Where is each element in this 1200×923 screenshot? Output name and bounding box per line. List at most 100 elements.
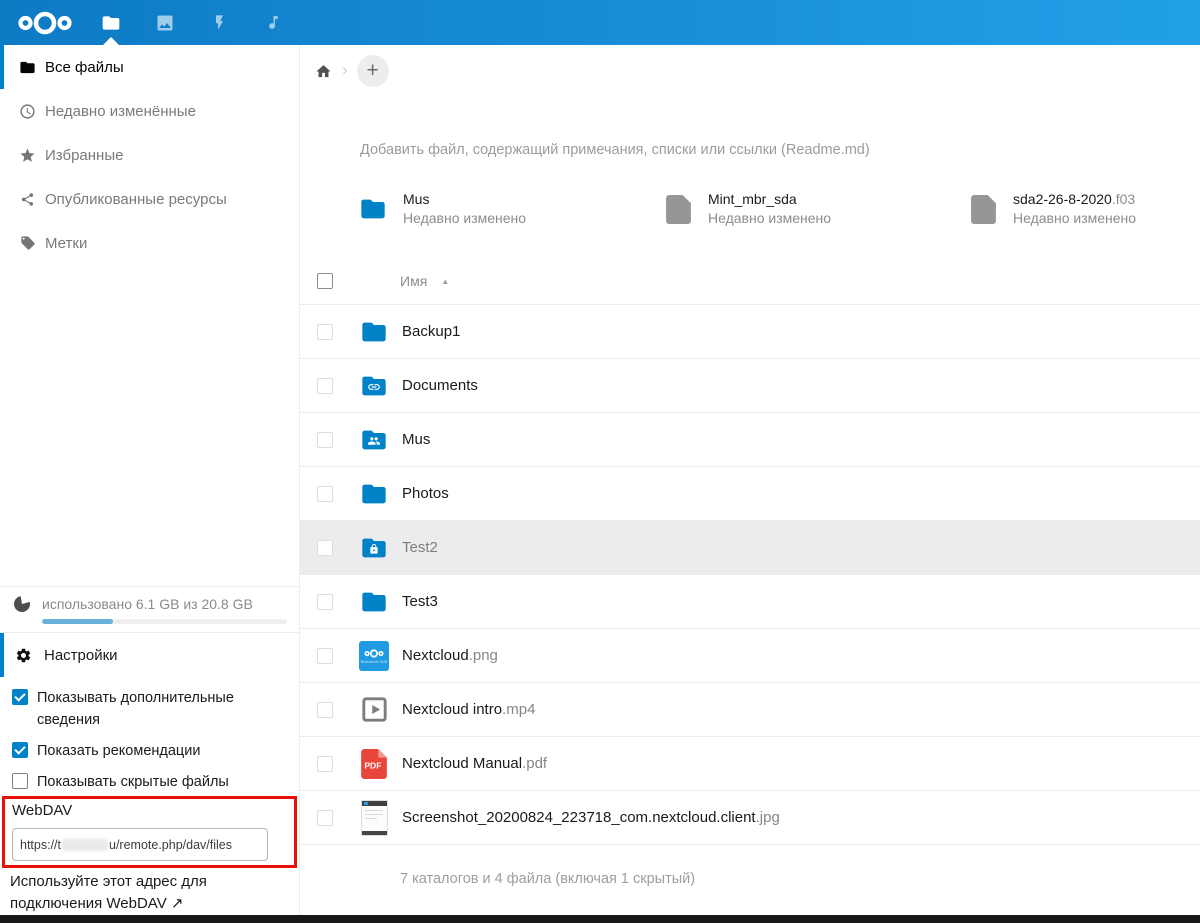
file-name[interactable]: Test2 — [402, 539, 438, 556]
app-activity[interactable] — [192, 0, 246, 45]
lock-icon — [370, 544, 378, 555]
row-checkbox[interactable] — [317, 593, 333, 610]
file-name[interactable]: Mus — [402, 431, 430, 448]
webdav-url-input[interactable]: https://t u/remote.php/dav/files — [12, 828, 268, 861]
sort-ascending-icon[interactable]: ▲ — [441, 277, 449, 286]
music-app-icon — [268, 16, 278, 29]
files-app-icon — [102, 15, 120, 30]
folder-icon — [361, 199, 385, 219]
add-button[interactable]: + — [356, 55, 389, 87]
readme-suggestion[interactable]: Добавить файл, содержащий примечания, сп… — [360, 142, 870, 158]
webdav-hint-link[interactable]: Используйте этот адрес для подключения W… — [10, 871, 215, 915]
folder-icon — [362, 592, 386, 611]
file-name[interactable]: Test3 — [402, 593, 438, 610]
row-checkbox[interactable] — [317, 485, 333, 502]
tag-icon — [20, 236, 35, 250]
checkbox-show-recommendations[interactable] — [12, 742, 28, 758]
recommendation-name: Mus — [403, 191, 430, 207]
link-icon — [368, 384, 380, 391]
row-checkbox[interactable] — [317, 701, 333, 718]
sidebar-item-recent[interactable]: Недавно изменённые — [0, 89, 299, 133]
app-music[interactable] — [246, 0, 300, 45]
file-row[interactable]: Test2 — [300, 521, 1200, 575]
storage-label: использовано 6.1 GB из 20.8 GB — [42, 596, 253, 612]
file-row[interactable]: Backup1 — [300, 305, 1200, 359]
file-name[interactable]: Nextcloud.png — [402, 647, 498, 664]
app-files[interactable] — [84, 0, 138, 45]
recommendations: Mus Недавно изменено Mint_mbr_sda Недавн… — [358, 190, 1200, 228]
option-show-recommendations[interactable]: Показать рекомендации — [12, 740, 285, 762]
sidebar-item-all-files[interactable]: Все файлы — [0, 45, 299, 89]
file-row[interactable]: Nextcloud HUB Nextcloud.png — [300, 629, 1200, 683]
folder-encrypted-icon — [360, 534, 388, 562]
row-checkbox[interactable] — [317, 647, 333, 664]
settings-button[interactable]: Настройки — [0, 632, 299, 677]
option-show-details[interactable]: Показывать дополнительные сведения — [12, 687, 285, 731]
sidebar-item-favorites[interactable]: Избранные — [0, 133, 299, 177]
sidebar-item-label: Избранные — [45, 146, 124, 164]
people-icon — [368, 437, 380, 446]
recommendation-name: sda2-26-8-2020.f03 — [1013, 191, 1136, 207]
recommendation-subtitle: Недавно изменено — [708, 210, 832, 226]
app-switcher — [84, 0, 300, 45]
storage-progress-fill — [42, 619, 114, 624]
folder-icon — [362, 484, 386, 503]
file-name[interactable]: Documents — [402, 377, 478, 394]
file-count-summary: 7 каталогов и 4 файла (включая 1 скрытый… — [400, 871, 696, 887]
file-row[interactable]: PDF Nextcloud Manual.pdf — [300, 737, 1200, 791]
file-name[interactable]: Nextcloud Manual.pdf — [402, 755, 547, 772]
sidebar-item-tags[interactable]: Метки — [0, 221, 299, 265]
home-icon[interactable] — [315, 63, 332, 80]
sidebar-item-label: Все файлы — [45, 58, 124, 76]
file-name[interactable]: Backup1 — [402, 323, 460, 340]
file-name[interactable]: Nextcloud intro.mp4 — [402, 701, 535, 718]
share-icon — [21, 192, 34, 206]
censored-domain — [62, 838, 108, 851]
pdf-icon: PDF — [361, 748, 387, 779]
table-header: Имя ▲ — [300, 258, 1200, 305]
recommendation-card[interactable]: Mus Недавно изменено — [358, 190, 663, 228]
webdav-url-prefix: https://t — [20, 837, 61, 852]
folder-shared-link-icon — [360, 372, 388, 400]
file-row[interactable]: Nextcloud intro.mp4 — [300, 683, 1200, 737]
recommendation-card[interactable]: Mint_mbr_sda Недавно изменено — [663, 190, 968, 228]
checkbox-show-details[interactable] — [12, 689, 28, 705]
file-row[interactable]: Screenshot_20200824_223718_com.nextcloud… — [300, 791, 1200, 845]
file-name[interactable]: Screenshot_20200824_223718_com.nextcloud… — [402, 809, 780, 826]
row-checkbox[interactable] — [317, 809, 333, 826]
app-photos[interactable] — [138, 0, 192, 45]
nextcloud-image-thumbnail: Nextcloud HUB — [359, 640, 389, 671]
sidebar: Все файлы Недавно изменённые Избранные О… — [0, 45, 300, 923]
topbar — [0, 0, 1200, 45]
storage-progressbar — [42, 619, 287, 624]
file-row[interactable]: Mus — [300, 413, 1200, 467]
row-checkbox[interactable] — [317, 323, 333, 340]
nextcloud-logo-icon[interactable] — [14, 8, 76, 38]
folder-shared-icon — [360, 426, 388, 454]
select-all-checkbox[interactable] — [317, 273, 333, 289]
sidebar-item-label: Опубликованные ресурсы — [45, 190, 227, 208]
screenshot-thumbnail — [360, 799, 388, 836]
row-checkbox[interactable] — [317, 539, 333, 556]
pie-chart-icon — [14, 596, 30, 612]
row-checkbox[interactable] — [317, 377, 333, 394]
name-column-header[interactable]: Имя — [400, 273, 427, 289]
row-checkbox[interactable] — [317, 755, 333, 772]
file-rows: Backup1 Documents Mus Photos Test2 Test3… — [300, 305, 1200, 845]
file-row[interactable]: Documents — [300, 359, 1200, 413]
file-name[interactable]: Photos — [402, 485, 449, 502]
webdav-label: WebDAV — [12, 802, 73, 819]
settings-label: Настройки — [44, 646, 118, 664]
clock-icon — [20, 103, 35, 119]
checkbox-show-hidden[interactable] — [12, 773, 28, 789]
row-checkbox[interactable] — [317, 431, 333, 448]
option-show-hidden[interactable]: Показывать скрытые файлы — [12, 771, 285, 793]
files-view: › + Добавить файл, содержащий примечания… — [300, 45, 1200, 915]
recommendation-card[interactable]: sda2-26-8-2020.f03 Недавно изменено — [968, 190, 1200, 228]
folder-icon — [362, 322, 386, 341]
video-icon — [361, 697, 387, 722]
file-row[interactable]: Test3 — [300, 575, 1200, 629]
file-row[interactable]: Photos — [300, 467, 1200, 521]
external-link-arrow-icon: ↗ — [170, 895, 184, 912]
sidebar-item-shares[interactable]: Опубликованные ресурсы — [0, 177, 299, 221]
